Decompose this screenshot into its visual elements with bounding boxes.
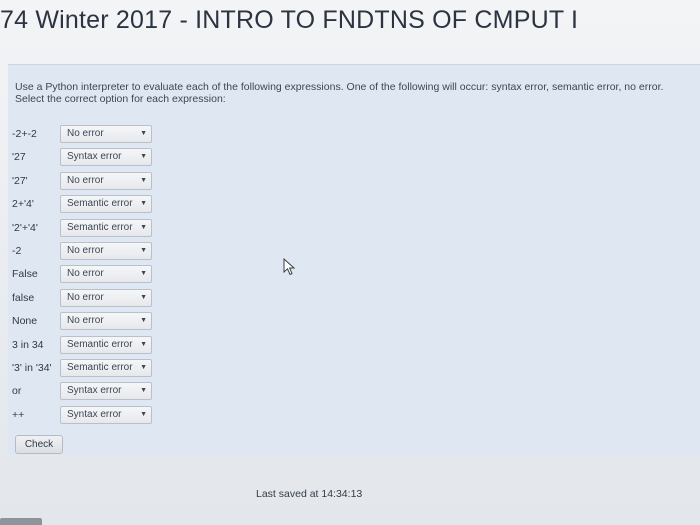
expression-label: or	[12, 385, 22, 398]
answer-select[interactable]: Syntax error ▼	[60, 382, 152, 401]
answer-select-value: No error	[67, 268, 104, 280]
chevron-down-icon: ▼	[140, 340, 147, 348]
answer-select[interactable]: No error ▼	[60, 171, 152, 190]
answer-select-value: Syntax error	[67, 408, 122, 420]
answer-select[interactable]: Semantic error ▼	[60, 195, 152, 214]
expression-label: 3 in 34	[12, 338, 44, 351]
answer-select[interactable]: Semantic error ▼	[60, 218, 152, 237]
answer-select[interactable]: No error ▼	[60, 242, 152, 260]
chevron-down-icon: ▼	[140, 247, 147, 254]
answer-row: 3 in 34 Semantic error ▼	[0, 335, 200, 356]
expression-label: '27	[12, 151, 26, 164]
answer-select-value: No error	[67, 245, 104, 256]
answer-row: '27' No error ▼	[0, 171, 200, 192]
chevron-down-icon: ▼	[140, 270, 147, 278]
chevron-down-icon: ▼	[140, 200, 147, 208]
chevron-down-icon: ▼	[140, 317, 147, 325]
quiz-page: 74 Winter 2017 - INTRO TO FNDTNS OF CMPU…	[0, 0, 700, 525]
answer-row: '3' in '34' Semantic error ▼	[0, 359, 200, 379]
bottom-tab	[0, 518, 42, 525]
expression-label: -2+-2	[12, 128, 37, 140]
chevron-down-icon: ▼	[140, 387, 147, 395]
answer-select-value: Syntax error	[67, 385, 122, 397]
answer-select-value: No error	[67, 291, 104, 303]
answer-select[interactable]: Semantic error ▼	[60, 359, 152, 377]
answer-row: or Syntax error ▼	[0, 382, 200, 402]
expression-label: None	[12, 315, 38, 328]
chevron-down-icon: ▼	[140, 130, 147, 137]
answer-select-value: Semantic error	[67, 362, 133, 373]
answer-row: -2+-2 No error ▼	[0, 125, 200, 145]
expression-label: 2+'4'	[12, 198, 34, 211]
expression-label: '3' in '34'	[12, 362, 52, 374]
chevron-down-icon: ▼	[140, 410, 147, 418]
expression-label: '27'	[12, 174, 28, 187]
chevron-down-icon: ▼	[140, 364, 147, 371]
answer-select[interactable]: No error ▼	[60, 288, 152, 307]
answer-select-value: Syntax error	[67, 151, 122, 163]
expression-label: ++	[12, 408, 25, 421]
answer-row: 2+'4' Semantic error ▼	[0, 195, 200, 215]
expression-label: false	[12, 291, 35, 304]
answer-row: None No error ▼	[0, 312, 200, 332]
chevron-down-icon: ▼	[140, 223, 147, 231]
question-prompt: Use a Python interpreter to evaluate eac…	[15, 81, 664, 105]
page-title: 74 Winter 2017 - INTRO TO FNDTNS OF CMPU…	[0, 6, 579, 34]
answer-select-value: No error	[67, 128, 104, 139]
answer-row: '27 Syntax error ▼	[0, 148, 200, 168]
expression-label: -2	[12, 245, 22, 257]
expression-label: '2'+'4'	[12, 221, 38, 234]
answer-select-value: No error	[67, 174, 104, 186]
answer-row: -2 No error ▼	[0, 242, 200, 262]
answer-select-value: Semantic error	[67, 198, 133, 210]
answer-select[interactable]: Syntax error ▼	[60, 148, 152, 167]
answer-select[interactable]: No error ▼	[60, 125, 152, 143]
last-saved-status: Last saved at 14:34:13	[256, 488, 363, 500]
answer-select-value: No error	[67, 315, 104, 327]
expression-label: False	[12, 268, 38, 281]
answer-select[interactable]: Syntax error ▼	[60, 405, 152, 424]
check-button[interactable]: Check	[15, 435, 63, 454]
chevron-down-icon: ▼	[140, 153, 147, 161]
answer-row: False No error ▼	[0, 265, 200, 285]
answer-select-value: Semantic error	[67, 221, 133, 233]
answer-select[interactable]: No error ▼	[60, 312, 152, 331]
mouse-pointer-icon	[283, 258, 296, 276]
answer-select[interactable]: Semantic error ▼	[60, 335, 152, 354]
chevron-down-icon: ▼	[140, 293, 147, 301]
answer-row: ++ Syntax error ▼	[0, 405, 200, 426]
answer-row: '2'+'4' Semantic error ▼	[0, 218, 200, 239]
answer-row: false No error ▼	[0, 288, 200, 309]
chevron-down-icon: ▼	[140, 176, 147, 184]
answer-select-value: Semantic error	[67, 338, 133, 350]
answer-select[interactable]: No error ▼	[60, 265, 152, 284]
